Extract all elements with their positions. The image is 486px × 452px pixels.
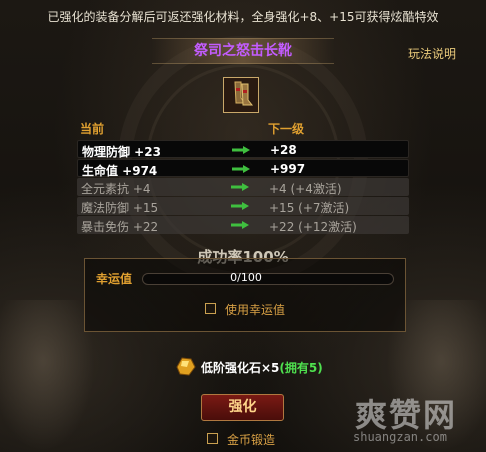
help-link[interactable]: 玩法说明 [408, 45, 456, 62]
stat-next: +997 [270, 162, 306, 176]
arrow-right-icon [231, 202, 249, 210]
luck-panel [84, 258, 406, 332]
arrow-right-icon [232, 165, 250, 173]
arrow-right-icon [231, 221, 249, 229]
upgrade-button[interactable]: 强化 [201, 394, 284, 421]
use-luck-checkbox[interactable] [205, 303, 216, 314]
stat-current: 暴击免伤 +22 [81, 220, 159, 234]
material-text: 低阶强化石×5(拥有5) [201, 359, 323, 376]
luck-label: 幸运值 [96, 272, 133, 286]
stat-current: 物理防御 +23 [82, 145, 161, 159]
stat-next: +4 (+4激活) [269, 182, 342, 196]
luck-progress-text: 0/100 [230, 271, 262, 284]
stat-next: +28 [270, 143, 297, 157]
stat-current: 魔法防御 +15 [81, 201, 159, 215]
stat-row-physical-defense: 物理防御 +23 +28 [77, 140, 409, 159]
material-name: 低阶强化石×5 [201, 361, 280, 375]
stat-row-hp: 生命值 +974 +997 [77, 159, 409, 178]
left-statue [0, 300, 95, 452]
stat-row-element-resist: 全元素抗 +4 +4 (+4激活) [77, 178, 409, 196]
arrow-right-icon [232, 146, 250, 154]
next-level-header: 下一级 [268, 122, 305, 136]
boots-item-icon[interactable] [223, 77, 259, 113]
enhance-notice: 已强化的装备分解后可返还强化材料，全身强化+8、+15可获得炫酷特效 [47, 10, 439, 24]
stat-next: +22 (+12激活) [269, 220, 357, 234]
use-luck-label[interactable]: 使用幸运值 [225, 301, 285, 318]
stat-row-magic-defense: 魔法防御 +15 +15 (+7激活) [77, 197, 409, 215]
stat-current: 全元素抗 +4 [81, 182, 151, 196]
gold-forge-label[interactable]: 金币锻造 [227, 431, 275, 448]
watermark-url: shuangzan.com [353, 430, 447, 444]
item-title: 祭司之怒击长靴 [152, 38, 334, 64]
enhance-stone-icon [172, 353, 198, 379]
material-owned: (拥有5) [279, 361, 323, 375]
stat-next: +15 (+7激活) [269, 201, 350, 215]
stat-current: 生命值 +974 [82, 164, 158, 178]
arrow-right-icon [231, 183, 249, 191]
stat-row-crit-reduction: 暴击免伤 +22 +22 (+12激活) [77, 216, 409, 234]
gold-forge-checkbox[interactable] [207, 433, 218, 444]
current-level-header: 当前 [80, 122, 105, 136]
